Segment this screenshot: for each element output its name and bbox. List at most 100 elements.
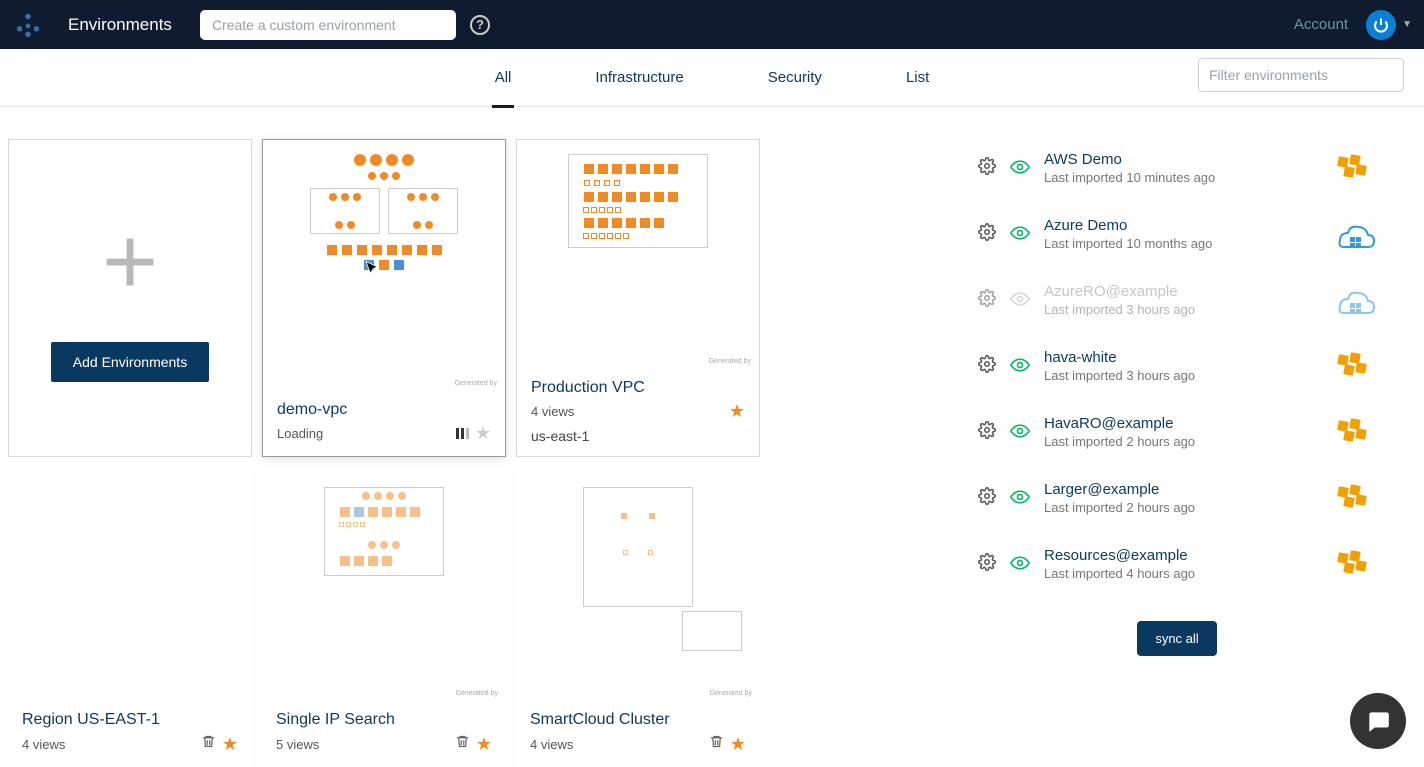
eye-icon[interactable] (1010, 158, 1030, 179)
power-icon (1366, 10, 1396, 40)
eye-icon[interactable] (1010, 422, 1030, 443)
source-row: Azure Demo Last imported 10 months ago (978, 205, 1376, 263)
card-body: Single IP Search 5 views ★ (262, 701, 506, 767)
trash-icon[interactable] (709, 733, 724, 755)
gear-icon[interactable] (978, 553, 996, 576)
gear-icon[interactable] (978, 289, 996, 312)
tab-all[interactable]: All (453, 49, 554, 107)
gear-icon[interactable] (978, 487, 996, 510)
card-title: Region US-EAST-1 (22, 711, 238, 729)
tab-security[interactable]: Security (726, 49, 864, 107)
generated-by-label: Generated by (456, 690, 498, 697)
cards-area: + Add Environments (8, 139, 778, 767)
logo[interactable] (12, 9, 44, 41)
sources-sidebar: AWS Demo Last imported 10 minutes ago Az… (778, 139, 1416, 767)
main: + Add Environments (0, 107, 1424, 767)
card-smartcloud-cluster[interactable]: Generated by SmartCloud Cluster 4 views … (516, 473, 760, 767)
source-row: Larger@example Last imported 2 hours ago (978, 469, 1376, 527)
source-row: AWS Demo Last imported 10 minutes ago (978, 139, 1376, 197)
card-thumb (8, 473, 252, 701)
source-time: Last imported 10 months ago (1044, 236, 1318, 251)
aws-icon (1332, 549, 1376, 579)
card-sub: 5 views (276, 737, 319, 752)
card-sub: 4 views (22, 737, 65, 752)
card-body: demo-vpc Loading ★ (263, 391, 505, 456)
azure-icon (1332, 219, 1376, 249)
eye-icon[interactable] (1010, 290, 1030, 311)
trash-icon[interactable] (455, 733, 470, 755)
source-time: Last imported 3 hours ago (1044, 368, 1318, 383)
card-single-ip-search[interactable]: Generated by Single IP Search 5 views ★ (262, 473, 506, 767)
eye-icon[interactable] (1010, 488, 1030, 509)
add-environments-button[interactable]: Add Environments (51, 342, 209, 382)
card-title: SmartCloud Cluster (530, 711, 746, 729)
aws-icon (1332, 483, 1376, 513)
card-sub: Loading (277, 426, 323, 441)
card-demo-vpc[interactable]: Generated by demo-vpc Loading ★ (262, 139, 506, 457)
eye-icon[interactable] (1010, 224, 1030, 245)
star-icon[interactable]: ★ (222, 734, 238, 755)
topbar: Environments ? Account ▼ (0, 0, 1424, 49)
search-wrap (200, 10, 456, 40)
filter-input[interactable] (1198, 58, 1404, 92)
cursor-icon (363, 260, 381, 283)
gear-icon[interactable] (978, 421, 996, 444)
gear-icon[interactable] (978, 157, 996, 180)
azure-icon (1332, 285, 1376, 315)
account-link[interactable]: Account (1294, 16, 1348, 33)
star-icon[interactable]: ★ (729, 401, 745, 422)
loading-icon (456, 428, 469, 439)
card-production-vpc[interactable]: Generated by Production VPC 4 views ★ us… (516, 139, 760, 457)
topbar-right: Account ▼ (1294, 10, 1412, 40)
tab-infrastructure[interactable]: Infrastructure (553, 49, 725, 107)
source-time: Last imported 2 hours ago (1044, 500, 1318, 515)
generated-by-label: Generated by (710, 690, 752, 697)
source-name[interactable]: HavaRO@example (1044, 415, 1318, 432)
star-icon[interactable]: ★ (475, 423, 491, 444)
eye-icon[interactable] (1010, 554, 1030, 575)
tab-list[interactable]: List (864, 49, 971, 107)
source-name[interactable]: Azure Demo (1044, 217, 1318, 234)
source-time: Last imported 2 hours ago (1044, 434, 1318, 449)
card-region-us-east-1[interactable]: Region US-EAST-1 4 views ★ (8, 473, 252, 767)
card-region: us-east-1 (531, 428, 745, 444)
source-row: AzureRO@example Last imported 3 hours ag… (978, 271, 1376, 329)
source-name[interactable]: hava-white (1044, 349, 1318, 366)
source-row: Resources@example Last imported 4 hours … (978, 535, 1376, 593)
card-body: Production VPC 4 views ★ us-east-1 (517, 369, 759, 456)
card-thumb: Generated by (517, 140, 759, 369)
tabs: All Infrastructure Security List (453, 49, 972, 107)
plus-icon: + (102, 214, 158, 310)
source-name[interactable]: AWS Demo (1044, 151, 1318, 168)
gear-icon[interactable] (978, 223, 996, 246)
source-name[interactable]: Resources@example (1044, 547, 1318, 564)
aws-icon (1332, 417, 1376, 447)
chat-fab[interactable] (1350, 693, 1406, 749)
source-time: Last imported 10 minutes ago (1044, 170, 1318, 185)
filter-wrap (1198, 58, 1404, 92)
card-title: Single IP Search (276, 711, 492, 729)
card-body: Region US-EAST-1 4 views ★ (8, 701, 252, 767)
card-thumb: Generated by (516, 473, 760, 701)
card-thumb: Generated by (263, 140, 505, 391)
generated-by-label: Generated by (709, 358, 751, 365)
eye-icon[interactable] (1010, 356, 1030, 377)
add-environments-card[interactable]: + Add Environments (8, 139, 252, 457)
source-name[interactable]: AzureRO@example (1044, 283, 1318, 300)
source-row: HavaRO@example Last imported 2 hours ago (978, 403, 1376, 461)
power-menu[interactable]: ▼ (1366, 10, 1412, 40)
gear-icon[interactable] (978, 355, 996, 378)
card-sub: 4 views (531, 404, 574, 419)
star-icon[interactable]: ★ (730, 734, 746, 755)
card-thumb: Generated by (262, 473, 506, 701)
create-environment-input[interactable] (200, 10, 456, 40)
sync-all-button[interactable]: sync all (1137, 621, 1216, 656)
help-icon[interactable]: ? (470, 15, 490, 35)
aws-icon (1332, 351, 1376, 381)
source-time: Last imported 3 hours ago (1044, 302, 1318, 317)
star-icon[interactable]: ★ (476, 734, 492, 755)
card-title: Production VPC (531, 379, 745, 397)
source-time: Last imported 4 hours ago (1044, 566, 1318, 581)
source-name[interactable]: Larger@example (1044, 481, 1318, 498)
trash-icon[interactable] (201, 733, 216, 755)
